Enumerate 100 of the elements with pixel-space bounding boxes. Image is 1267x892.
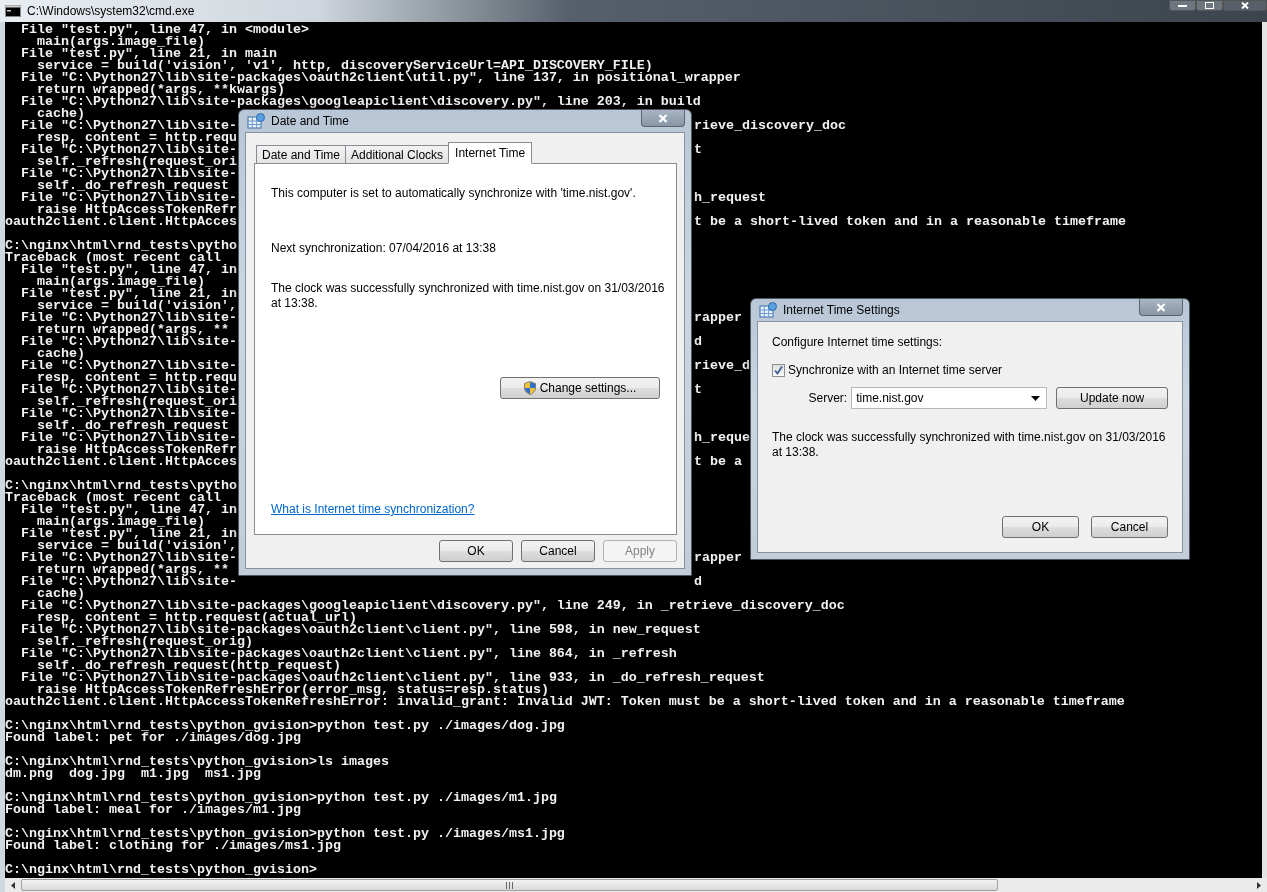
- console-line: return wrapped(*args, **: [37, 324, 229, 336]
- dialog-button[interactable]: Cancel: [521, 540, 595, 562]
- console-line: File "test.py", line 47, in: [20, 264, 237, 276]
- console-line: Found label: clothing for ./images/ms1.jpg: [5, 840, 341, 852]
- console-line: raise HttpAccessTokenRefr: [37, 204, 237, 216]
- console-line: t: [694, 144, 702, 156]
- console-line: rieve_d: [694, 360, 750, 372]
- console-line: File "C:\Python27\lib\site-packages\googleapiclient\discovery.py", line 249, in _retrieve_discovery_doc: [20, 600, 845, 612]
- console-line: return wrapped(*args, **kwargs): [37, 84, 285, 96]
- console-line: d: [694, 336, 702, 348]
- console-line: t be a: [694, 456, 742, 468]
- dialog-button[interactable]: OK: [439, 540, 513, 562]
- next-sync-text: Next synchronization: 07/04/2016 at 13:38: [271, 241, 496, 255]
- console-line: File "C:\Python27\lib\site-: [20, 144, 237, 156]
- left-arrow-icon: [11, 881, 15, 889]
- window-title: C:\Windows\system32\cmd.exe: [27, 4, 195, 18]
- console-line: main(args.image_file): [37, 36, 205, 48]
- console-line: C:\nginx\html\rnd_tests\python_gvision>: [5, 864, 317, 876]
- console-line: resp, content = http.requ: [37, 372, 237, 384]
- console-line: File "C:\Python27\lib\site-: [20, 168, 237, 180]
- console-line: Traceback (most recent call: [5, 252, 221, 264]
- console-line: raise HttpAccessTokenRefreshError(error_msg, status=resp.status): [37, 684, 549, 696]
- settings-heading: Configure Internet time settings:: [772, 335, 944, 349]
- dialog-title: Internet Time Settings: [783, 303, 900, 317]
- tab[interactable]: Internet Time: [448, 142, 533, 164]
- console-line: C:\nginx\html\rnd_tests\python_gvision>python test.py ./images/ms1.jpg: [5, 828, 565, 840]
- console-line: oauth2client.client.HttpAccessTokenRefreshError: invalid_grant: Invalid JWT: Token must be a short-lived token and in a reasonable timeframe: [5, 696, 1125, 708]
- scrollbar-thumb[interactable]: [21, 879, 998, 891]
- help-link[interactable]: What is Internet time synchronization?: [271, 502, 475, 516]
- checkbox-label: Synchronize with an Internet time server: [788, 363, 1003, 377]
- console-line: Traceback (most recent call: [5, 492, 221, 504]
- console-line: File "C:\Python27\lib\site-: [20, 576, 237, 588]
- console-line: cache): [37, 348, 85, 360]
- console-line: oauth2client.client.HttpAcces: [5, 216, 237, 228]
- console-line: File "C:\Python27\lib\site-: [20, 384, 237, 396]
- console-line: resp, content = http.request(actual_url): [37, 612, 357, 624]
- console-line: self._do_refresh_request: [37, 180, 229, 192]
- console-line: Found label: meal for ./images/m1.jpg: [5, 804, 301, 816]
- console-line: C:\nginx\html\rnd_tests\pytho: [5, 480, 237, 492]
- dialog-button[interactable]: OK: [1002, 516, 1079, 538]
- console-line: self._do_refresh_request(http_request): [37, 660, 341, 672]
- tab[interactable]: Date and Time: [256, 145, 347, 164]
- console-line: C:\nginx\html\rnd_tests\python_gvision>python test.py ./images/m1.jpg: [5, 792, 557, 804]
- minimize-button[interactable]: [1169, 0, 1196, 11]
- close-icon: [1156, 302, 1166, 312]
- console-line: File "C:\Python27\lib\site-: [20, 552, 237, 564]
- console-line: d: [694, 576, 702, 588]
- close-button[interactable]: [1223, 0, 1267, 11]
- console-line: self._refresh(request_ori: [37, 396, 237, 408]
- console-line: File "test.py", line 21, in: [20, 528, 237, 540]
- shield-icon: [523, 381, 536, 395]
- console-line: rapper: [694, 552, 742, 564]
- close-button[interactable]: [641, 110, 685, 127]
- close-icon: [1241, 2, 1249, 9]
- console-line: C:\nginx\html\rnd_tests\python_gvision>python test.py ./images/dog.jpg: [5, 720, 565, 732]
- grip-icon: [506, 881, 513, 889]
- console-line: File "C:\Python27\lib\site-: [20, 192, 237, 204]
- console-line: self._refresh(request_ori: [37, 156, 237, 168]
- console-line: cache): [37, 588, 85, 600]
- right-arrow-icon: [1257, 881, 1261, 889]
- console-line: self._do_refresh_request: [37, 420, 229, 432]
- console-line: File "test.py", line 47, in <module>: [20, 24, 309, 36]
- console-line: File "C:\Python27\lib\site-packages\oauth2client\client.py", line 598, in new_request: [20, 624, 701, 636]
- maximize-button[interactable]: [1196, 0, 1223, 11]
- console-line: File "C:\Python27\lib\site-: [20, 360, 237, 372]
- dropdown-arrow-icon: [1031, 395, 1041, 401]
- terminal-icon: [5, 5, 21, 17]
- console-line: cache): [37, 108, 85, 120]
- checkbox[interactable]: [772, 363, 785, 377]
- dialog-button[interactable]: Cancel: [1091, 516, 1168, 538]
- console-line: raise HttpAccessTokenRefr: [37, 444, 237, 456]
- console-line: oauth2client.client.HttpAcces: [5, 456, 237, 468]
- change-settings-button[interactable]: Change settings...: [500, 377, 660, 399]
- console-line: File "C:\Python27\lib\site-packages\oauth2client\util.py", line 137, in positional_wrapper: [20, 72, 741, 84]
- last-sync-text: The clock was successfully synchronized with time.nist.gov on 31/03/2016 at 13:38.: [271, 281, 666, 311]
- console-line: h_reque: [694, 432, 750, 444]
- console-line: resp, content = http.requ: [37, 132, 237, 144]
- console-line: t: [694, 384, 702, 396]
- vertical-scrollbar[interactable]: [1262, 22, 1267, 878]
- console-line: t be a short-lived token and in a reasonable timeframe: [694, 216, 1126, 228]
- close-icon: [658, 113, 668, 123]
- console-line: File "test.py", line 47, in: [20, 504, 237, 516]
- console-line: main(args.image_file): [37, 276, 205, 288]
- maximize-icon: [1205, 2, 1214, 9]
- console-line: File "C:\Python27\lib\site-packages\oauth2client\client.py", line 864, in _refresh: [20, 648, 677, 660]
- console-line: File "C:\Python27\lib\site-: [20, 312, 237, 324]
- calendar-icon: [759, 302, 777, 318]
- console-line: File "C:\Python27\lib\site-: [20, 432, 237, 444]
- console-line: main(args.image_file): [37, 516, 205, 528]
- sync-text: This computer is set to automatically synchronize with 'time.nist.gov'.: [271, 186, 636, 200]
- update-now-button[interactable]: Update now: [1056, 387, 1168, 409]
- sync-status-text: The clock was successfully synchronized with time.nist.gov on 31/03/2016 at 13:38.: [772, 430, 1167, 460]
- server-dropdown[interactable]: time.nist.gov: [851, 387, 1048, 409]
- console-line: File "C:\Python27\lib\site-packages\oauth2client\client.py", line 933, in _do_refresh_request: [20, 672, 765, 684]
- dialog-title: Date and Time: [271, 114, 350, 128]
- tab[interactable]: Additional Clocks: [345, 145, 450, 164]
- close-button[interactable]: [1139, 299, 1183, 316]
- console-line: C:\nginx\html\rnd_tests\pytho: [5, 240, 237, 252]
- console-line: File "C:\Python27\lib\site-packages\googleapiclient\discovery.py", line 203, in build: [20, 96, 701, 108]
- server-label: Server:: [807, 391, 848, 405]
